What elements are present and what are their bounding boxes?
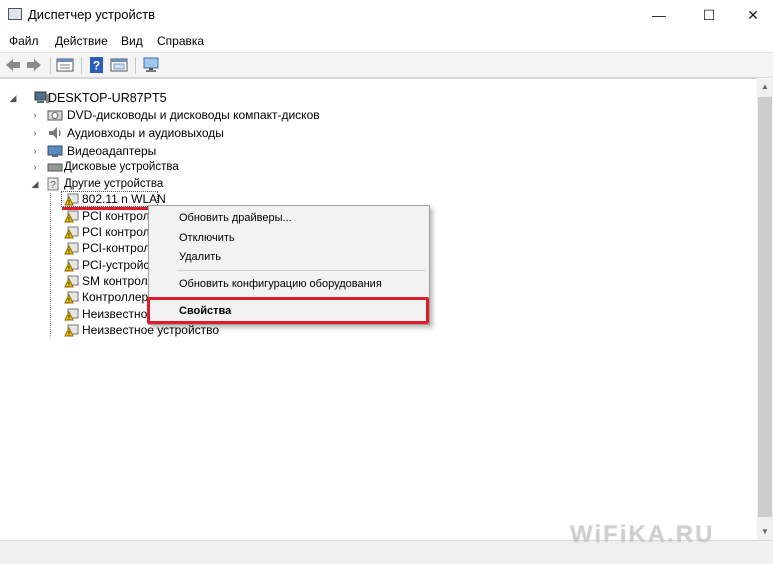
show-hidden-icon[interactable] [110,57,128,73]
vertical-scrollbar[interactable]: ▲ ▼ [757,79,773,540]
category-label: Дисковые устройства [64,161,179,173]
menu-file[interactable]: Файл [9,34,39,48]
display-adapter-icon [47,145,63,157]
minimize-button[interactable]: — [636,0,682,30]
dvd-icon [47,110,63,121]
scroll-thumb[interactable] [758,97,772,517]
menu-scan-hardware[interactable]: Обновить конфигурацию оборудования [149,274,429,294]
svg-text:!: ! [68,299,70,305]
menu-item-label: Обновить конфигурацию оборудования [179,278,382,290]
menu-update-drivers[interactable]: Обновить драйверы... [149,208,429,228]
close-button[interactable]: ✕ [730,0,773,30]
warning-device-icon: ! [64,226,79,239]
computer-name: DESKTOP-UR87PT5 [48,91,167,105]
device-manager-icon [8,8,22,20]
menu-action[interactable]: Действие [55,34,108,48]
maximize-button[interactable]: ☐ [686,0,732,30]
warning-device-icon: ! [64,210,79,223]
menu-bar: Файл Действие Вид Справка [0,30,773,52]
back-icon[interactable] [4,57,22,73]
expand-arrow-icon[interactable]: › [30,124,40,142]
window-title: Диспетчер устройств [28,7,156,22]
svg-text:!: ! [68,201,70,207]
svg-text:!: ! [68,250,70,256]
other-devices-icon: ? [47,177,59,191]
svg-text:?: ? [93,59,100,73]
warning-device-icon: ! [64,275,79,288]
help-icon[interactable]: ? [88,57,106,73]
tree-category-disk[interactable]: › Дисковые устройства [30,158,430,176]
category-label: DVD-дисководы и дисководы компакт-дисков [67,108,320,122]
warning-device-icon: ! [64,324,79,338]
toolbar: ? [0,52,773,78]
speaker-icon [49,127,61,139]
scroll-up-icon[interactable]: ▲ [757,79,773,95]
warning-device-icon: ! [64,193,79,207]
svg-text:?: ? [50,180,56,191]
tree-category-dvd[interactable]: › DVD-дисководы и дисководы компакт-диск… [30,106,430,124]
menu-disable[interactable]: Отключить [149,228,429,248]
menu-uninstall[interactable]: Удалить [149,247,429,267]
collapse-arrow-icon[interactable]: ◢ [30,175,40,193]
device-label: PCI-контролл [82,241,158,255]
warning-device-icon: ! [64,308,79,321]
tree-category-audio[interactable]: › Аудиовходы и аудиовыходы [30,124,430,142]
menu-help[interactable]: Справка [157,34,204,48]
watermark: WiFiKA.RU [570,521,715,548]
menu-separator [177,270,425,271]
scroll-down-icon[interactable]: ▼ [757,524,773,540]
tree-root[interactable]: ◢ DESKTOP-UR87PT5 [8,89,308,107]
warning-device-icon: ! [64,259,79,272]
menu-item-label: Удалить [179,251,221,263]
collapse-arrow-icon[interactable]: ◢ [8,89,18,107]
warning-device-icon: ! [64,242,79,256]
red-highlight-box [147,297,429,324]
menu-item-label: Отключить [179,232,235,244]
disk-drive-icon [47,163,63,172]
properties-icon[interactable] [56,57,74,73]
expand-arrow-icon[interactable]: › [30,106,40,124]
forward-icon[interactable] [25,57,43,73]
menu-view[interactable]: Вид [121,34,143,48]
menu-item-label: Обновить драйверы... [179,212,292,224]
tree-guide-line [50,193,51,338]
warning-device-icon: ! [64,291,79,305]
expand-arrow-icon[interactable]: › [30,158,40,176]
monitor-icon[interactable] [142,57,160,73]
svg-text:!: ! [68,332,70,338]
category-label: Аудиовходы и аудиовыходы [67,126,224,140]
title-bar: Диспетчер устройств — ☐ ✕ [0,0,773,30]
